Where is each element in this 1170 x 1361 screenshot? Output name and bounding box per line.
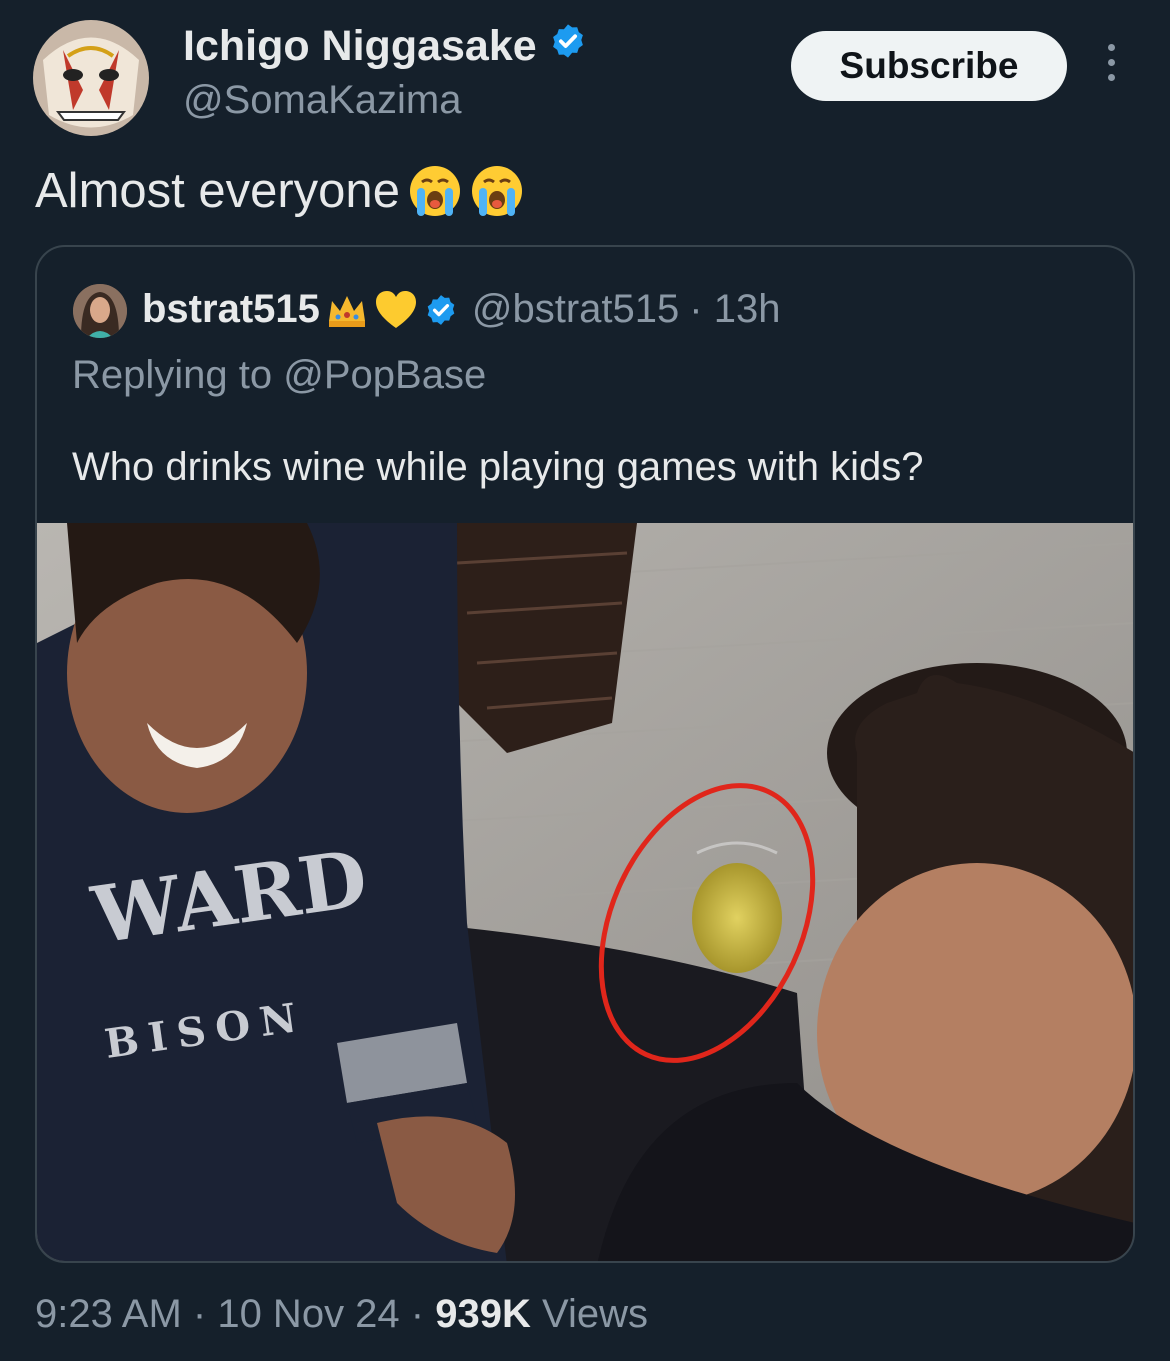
replying-to-line: Replying to @PopBase bbox=[72, 353, 486, 398]
quoted-tweet-card[interactable]: bstrat515 @bstrat515 · 13h Replying to @… bbox=[35, 245, 1135, 1263]
tweet-meta: 9:23 AM · 10 Nov 24 · 939K Views bbox=[35, 1292, 648, 1336]
tweet-text-row: Almost everyone bbox=[35, 163, 524, 219]
loudly-crying-face-icon bbox=[409, 166, 460, 216]
quoted-tweet-photo[interactable]: WARD BISON bbox=[37, 523, 1133, 1261]
quoted-author-handle[interactable]: @bstrat515 bbox=[472, 287, 679, 332]
author-avatar[interactable] bbox=[33, 20, 149, 136]
tweet-date[interactable]: 10 Nov 24 bbox=[217, 1292, 399, 1336]
replying-to-handle[interactable]: @PopBase bbox=[283, 353, 486, 397]
quoted-author-avatar[interactable] bbox=[73, 284, 127, 338]
quoted-tweet-time: · 13h bbox=[689, 287, 781, 331]
tweet-text: Almost everyone bbox=[35, 164, 400, 218]
crown-icon bbox=[328, 295, 365, 327]
quoted-author-name[interactable]: bstrat515 bbox=[142, 287, 320, 332]
replying-to-prefix: Replying to bbox=[72, 353, 273, 397]
author-handle[interactable]: @SomaKazima bbox=[183, 78, 461, 123]
views-label: Views bbox=[541, 1292, 648, 1336]
more-options-icon[interactable] bbox=[1098, 44, 1124, 88]
author-name-row[interactable]: Ichigo Niggasake bbox=[183, 22, 587, 71]
tweet-time[interactable]: 9:23 AM bbox=[35, 1292, 182, 1336]
quoted-author-row[interactable]: bstrat515 @bstrat515 · 13h bbox=[142, 287, 780, 332]
verified-badge-icon bbox=[427, 294, 455, 325]
loudly-crying-face-icon bbox=[471, 166, 522, 216]
subscribe-button[interactable]: Subscribe bbox=[791, 31, 1067, 101]
quoted-tweet-text: Who drinks wine while playing games with… bbox=[72, 445, 924, 489]
verified-badge-icon bbox=[549, 22, 587, 71]
author-name[interactable]: Ichigo Niggasake bbox=[183, 22, 537, 71]
views-count: 939K bbox=[435, 1292, 531, 1336]
yellow-heart-icon bbox=[375, 290, 416, 328]
